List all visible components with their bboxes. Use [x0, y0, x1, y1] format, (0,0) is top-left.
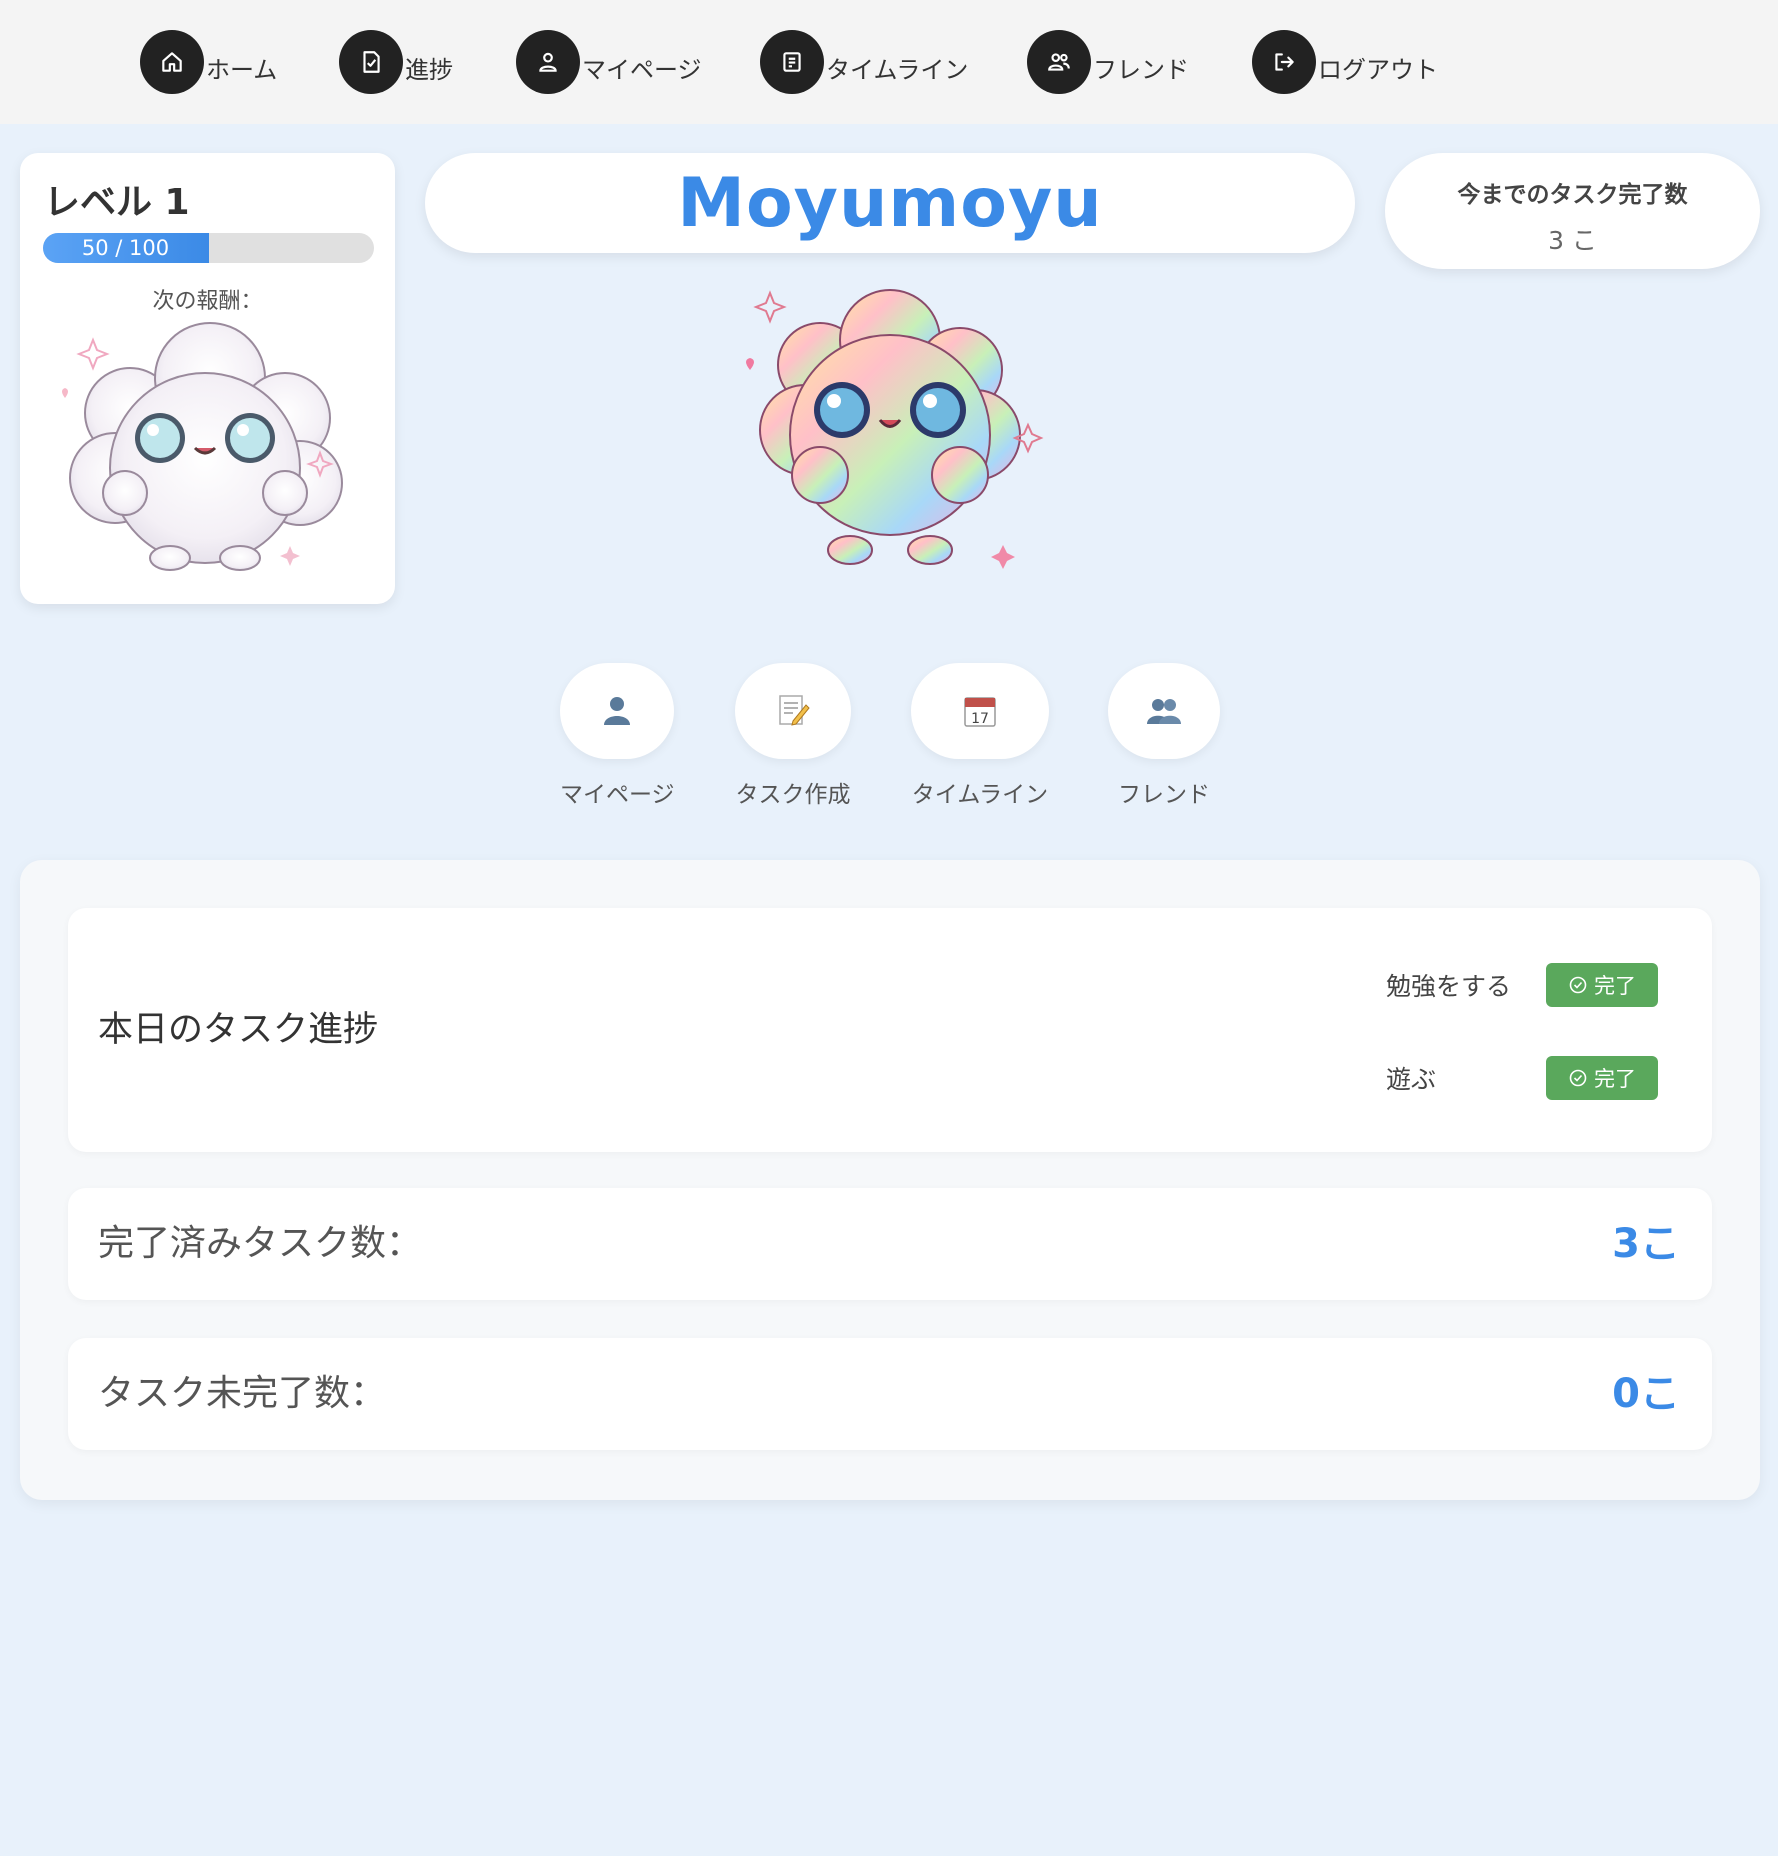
task-row[interactable]: 遊ぶ 完了	[1386, 1056, 1686, 1100]
nav-timeline[interactable]: タイムライン	[760, 30, 968, 94]
nav-mypage-label: マイページ	[582, 55, 702, 84]
timeline-icon	[760, 30, 824, 94]
check-circle-icon	[1569, 1069, 1587, 1087]
nav-friends-label: フレンド	[1093, 55, 1189, 84]
quick-action-friends-button[interactable]	[1108, 663, 1220, 759]
friends-icon	[1027, 30, 1091, 94]
quick-action-timeline-button[interactable]: 17	[911, 663, 1049, 759]
total-completed-card: 今までのタスク完了数 3 こ	[1385, 153, 1760, 269]
incomplete-tasks-value: 0こ	[1612, 1371, 1680, 1417]
quick-action-friends[interactable]: フレンド	[1108, 663, 1220, 809]
total-completed-value: 3 こ	[1548, 226, 1597, 255]
quick-action-mypage[interactable]: マイページ	[560, 663, 675, 809]
task-status-badge: 完了	[1546, 1056, 1658, 1100]
username-banner: Moyumoyu	[425, 153, 1355, 253]
today-progress-title: 本日のタスク進捗	[98, 1010, 379, 1050]
clipboard-check-icon	[339, 30, 403, 94]
next-reward-character-image	[62, 322, 343, 571]
task-name: 勉強をする	[1386, 972, 1512, 1001]
nav-mypage[interactable]: マイページ	[516, 30, 702, 94]
logout-icon	[1252, 30, 1316, 94]
quick-action-mypage-label: マイページ	[560, 782, 675, 808]
level-title: レベル 1	[44, 182, 190, 223]
task-name: 遊ぶ	[1386, 1065, 1437, 1094]
completed-tasks-label: 完了済みタスク数：	[98, 1223, 423, 1264]
quick-action-create-task-label: タスク作成	[735, 782, 851, 808]
task-stats-panel: 本日のタスク進捗 勉強をする 完了 遊ぶ 完了 完了済みタスク数： 3こ タスク…	[20, 860, 1760, 1500]
nav-progress[interactable]: 進捗	[339, 30, 453, 94]
next-reward-label: 次の報酬：	[152, 289, 263, 314]
home-icon	[140, 30, 204, 94]
calendar-icon: 17	[964, 697, 996, 727]
xp-progress-bar: 50 / 100	[43, 233, 374, 263]
quick-action-friends-label: フレンド	[1118, 782, 1210, 808]
quick-action-create-task[interactable]: タスク作成	[735, 663, 851, 809]
incomplete-tasks-card: タスク未完了数： 0こ	[68, 1338, 1712, 1450]
today-progress-card: 本日のタスク進捗 勉強をする 完了 遊ぶ 完了	[68, 908, 1712, 1152]
level-card: レベル 1 50 / 100 次の報酬：	[20, 153, 395, 604]
quick-action-timeline-label: タイムライン	[911, 782, 1049, 808]
user-icon	[516, 30, 580, 94]
task-row[interactable]: 勉強をする 完了	[1386, 963, 1686, 1007]
friends-icon	[1147, 699, 1181, 724]
nav-progress-label: 進捗	[405, 55, 453, 84]
nav-timeline-label: タイムライン	[826, 55, 969, 84]
nav-home-label: ホーム	[206, 55, 278, 84]
quick-action-timeline[interactable]: 17 タイムライン	[911, 663, 1049, 809]
completed-tasks-card: 完了済みタスク数： 3こ	[68, 1188, 1712, 1300]
total-completed-label: 今までのタスク完了数	[1457, 182, 1688, 208]
top-nav: ホーム 進捗 マイページ タイムライン フレンド ログアウト	[0, 0, 1778, 124]
username: Moyumoyu	[677, 163, 1103, 243]
incomplete-tasks-label: タスク未完了数：	[98, 1373, 387, 1414]
svg-text:17: 17	[971, 711, 989, 727]
quick-action-mypage-button[interactable]	[560, 663, 675, 759]
nav-logout[interactable]: ログアウト	[1252, 30, 1438, 94]
task-status-text: 完了	[1594, 1067, 1636, 1091]
nav-logout-label: ログアウト	[1318, 55, 1438, 84]
task-status-text: 完了	[1594, 974, 1636, 998]
user-icon	[604, 697, 631, 725]
completed-tasks-value: 3こ	[1612, 1221, 1680, 1267]
quick-action-create-task-button[interactable]	[735, 663, 851, 759]
nav-friends[interactable]: フレンド	[1027, 30, 1189, 94]
memo-icon	[779, 695, 810, 726]
xp-progress-text: 50 / 100	[81, 236, 170, 260]
task-status-badge: 完了	[1546, 963, 1658, 1007]
check-circle-icon	[1569, 976, 1587, 994]
nav-home[interactable]: ホーム	[140, 30, 277, 94]
main-character-image	[746, 289, 1044, 569]
